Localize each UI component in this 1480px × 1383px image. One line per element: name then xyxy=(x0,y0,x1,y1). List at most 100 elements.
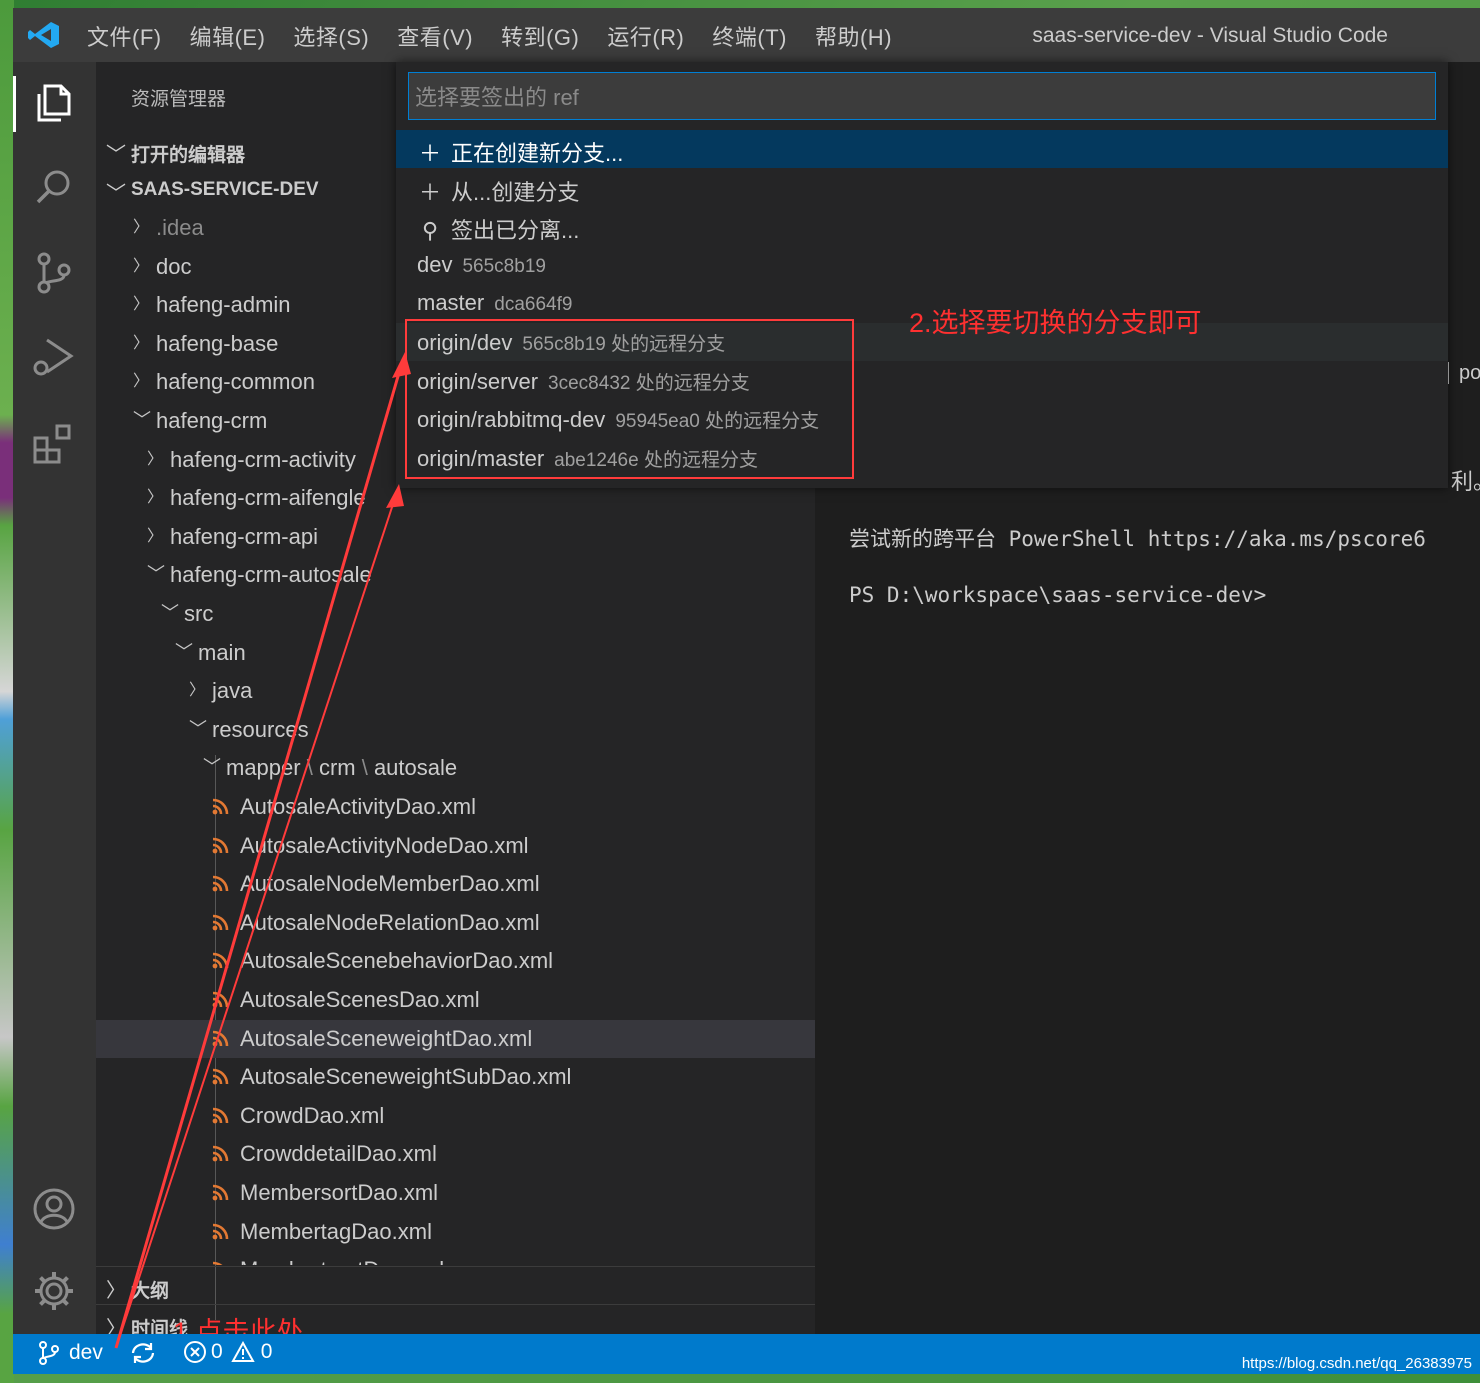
tree-file[interactable]: AutosaleActivityNodeDao.xml xyxy=(96,827,815,865)
tree-label: AutosaleActivityNodeDao.xml xyxy=(240,832,529,858)
tree-label: AutosaleScenebehaviorDao.xml xyxy=(240,948,554,974)
path-segment: crm xyxy=(318,755,356,781)
tree-label: resources xyxy=(212,716,309,742)
menu-selection[interactable]: 选择(S) xyxy=(293,20,369,52)
tree-folder[interactable]: ﹀ mapper \ crm \ autosale xyxy=(96,749,815,787)
tree-file[interactable]: AutosaleSceneweightSubDao.xml xyxy=(96,1058,815,1096)
project-label: SAAS-SERVICE-DEV xyxy=(131,179,319,200)
tree-label: CrowdDao.xml xyxy=(240,1102,385,1128)
chevron-down-icon: ﹀ xyxy=(161,603,179,623)
open-editors-label: 打开的编辑器 xyxy=(131,145,246,166)
tree-file[interactable]: MembersortDao.xml xyxy=(96,1174,815,1212)
chevron-right-icon: 〉 xyxy=(133,296,150,314)
chevron-down-icon: ﹀ xyxy=(189,718,207,739)
warning-count: 0 xyxy=(260,1340,273,1363)
chevron-down-icon: ﹀ xyxy=(175,641,193,662)
xml-file-icon xyxy=(212,1146,229,1162)
quick-pick-item[interactable]: ＋ 从...创建分支 xyxy=(396,169,1448,207)
tree-file[interactable]: AutosaleActivityDao.xml xyxy=(96,788,815,826)
xml-file-icon xyxy=(212,991,229,1008)
tree-file[interactable]: CrowddetailDao.xml xyxy=(96,1135,815,1173)
explorer-icon[interactable] xyxy=(31,80,77,126)
chevron-down-icon: ﹀ xyxy=(203,757,221,778)
extensions-icon[interactable] xyxy=(31,420,77,466)
quick-pick-item-content: ＋ 正在创建新分支... xyxy=(417,136,623,168)
tree-file[interactable]: AutosaleNodeRelationDao.xml xyxy=(96,904,815,942)
tree-file[interactable]: MembertsortDao.xml xyxy=(96,1251,815,1266)
menu-file[interactable]: 文件(F) xyxy=(87,20,162,52)
tree-label: hafeng-crm-aifengle xyxy=(170,485,366,511)
sidebar-title: 资源管理器 xyxy=(131,89,227,110)
outline-section[interactable]: 〉 大纲 xyxy=(96,1268,815,1306)
git-branch-icon xyxy=(39,1341,59,1365)
divider xyxy=(96,1266,815,1267)
xml-file-icon xyxy=(212,1184,229,1201)
tree-folder[interactable]: ﹀ main xyxy=(96,634,815,672)
ref-search-input[interactable] xyxy=(415,85,1429,111)
chevron-right-icon: 〉 xyxy=(147,489,164,507)
chevron-down-icon: ﹀ xyxy=(133,410,151,430)
source-control-icon[interactable] xyxy=(31,250,77,296)
settings-gear-icon[interactable] xyxy=(31,1268,77,1314)
tree-file[interactable]: CrowdDao.xml xyxy=(96,1097,815,1135)
xml-file-icon xyxy=(212,798,229,815)
panel-tab-fragment[interactable]: po xyxy=(1459,362,1480,385)
path-segment: mapper xyxy=(226,755,301,781)
quick-pick-item-content: dev 565c8b19 xyxy=(417,252,546,278)
tree-folder[interactable]: 〉 java xyxy=(96,672,815,710)
terminal-line: 尝试新的跨平台 PowerShell https://aka.ms/pscore… xyxy=(849,527,1426,551)
debug-disconnect-icon: ⚲ xyxy=(421,218,439,244)
sync-icon[interactable] xyxy=(129,1340,157,1366)
xml-file-icon xyxy=(212,1068,229,1085)
accounts-icon[interactable] xyxy=(31,1186,77,1232)
tree-label: hafeng-crm-api xyxy=(170,523,318,549)
search-icon[interactable] xyxy=(31,164,77,210)
tree-file[interactable]: MembertagDao.xml xyxy=(96,1213,815,1251)
tree-file[interactable]: AutosaleSceneweightDao.xml xyxy=(96,1019,815,1058)
menu-help[interactable]: 帮助(H) xyxy=(815,20,892,52)
tree-label: mapper \ crm \ autosale xyxy=(226,755,457,781)
desktop-icons-strip xyxy=(0,0,14,1383)
tree-file[interactable]: AutosaleScenesDao.xml xyxy=(96,981,815,1019)
tree-file[interactable]: AutosaleScenebehaviorDao.xml xyxy=(96,942,815,980)
problems-status-item[interactable]: 0 0 xyxy=(183,1340,272,1364)
quick-pick-item[interactable]: ＋ 正在创建新分支... xyxy=(396,130,1448,168)
menu-terminal[interactable]: 终端(T) xyxy=(712,20,787,52)
quick-pick-item[interactable]: ⚲ 签出已分离... xyxy=(396,207,1448,245)
quick-pick-item-label: 从...创建分支 xyxy=(451,179,580,205)
tree-folder[interactable]: 〉 hafeng-crm-api xyxy=(96,518,815,556)
menu-go[interactable]: 转到(G) xyxy=(501,20,579,52)
menu-run[interactable]: 运行(R) xyxy=(607,20,684,52)
menu-view[interactable]: 查看(V) xyxy=(397,20,473,52)
quick-pick-item-label: 正在创建新分支... xyxy=(451,141,624,166)
remote-branches-highlight-box xyxy=(405,319,854,479)
tree-label: hafeng-base xyxy=(156,330,279,356)
tree-folder[interactable]: ﹀ src xyxy=(96,595,815,633)
title-bar: 文件(F) 编辑(E) 选择(S) 查看(V) 转到(G) 运行(R) 终端(T… xyxy=(13,8,1480,62)
vscode-logo-icon xyxy=(28,22,59,48)
tree-label: MembersortDao.xml xyxy=(240,1180,439,1205)
terminal-prompt[interactable]: PS D:\workspace\saas-service-dev> xyxy=(849,583,1266,607)
chevron-right-icon: 〉 xyxy=(189,682,206,700)
menu-bar: 文件(F) 编辑(E) 选择(S) 查看(V) 转到(G) 运行(R) 终端(T… xyxy=(87,20,920,52)
tree-label: AutosaleSceneweightDao.xml xyxy=(240,1025,533,1051)
xml-file-icon xyxy=(212,1030,229,1046)
tree-file[interactable]: AutosaleNodeMemberDao.xml xyxy=(96,865,815,903)
warning-icon xyxy=(230,1341,255,1362)
xml-file-icon xyxy=(212,1107,229,1124)
quick-pick-item[interactable]: dev 565c8b19 xyxy=(396,246,1448,284)
error-icon xyxy=(184,1341,206,1363)
tree-folder[interactable]: ﹀ hafeng-crm-autosale xyxy=(96,556,815,594)
ref-search-box[interactable] xyxy=(408,72,1436,120)
path-segment: autosale xyxy=(373,755,458,781)
run-debug-icon[interactable] xyxy=(31,334,77,380)
tree-label: hafeng-admin xyxy=(156,292,291,318)
tree-label: AutosaleSceneweightSubDao.xml xyxy=(240,1064,572,1090)
xml-file-icon xyxy=(212,837,229,853)
tree-folder[interactable]: ﹀ resources xyxy=(96,711,815,749)
branch-status-item[interactable]: dev xyxy=(37,1340,103,1366)
quick-pick-item-label: 签出已分离... xyxy=(451,218,580,244)
activity-active-indicator xyxy=(13,76,16,132)
menu-edit[interactable]: 编辑(E) xyxy=(190,20,266,52)
chevron-down-icon: ﹀ xyxy=(106,183,126,205)
